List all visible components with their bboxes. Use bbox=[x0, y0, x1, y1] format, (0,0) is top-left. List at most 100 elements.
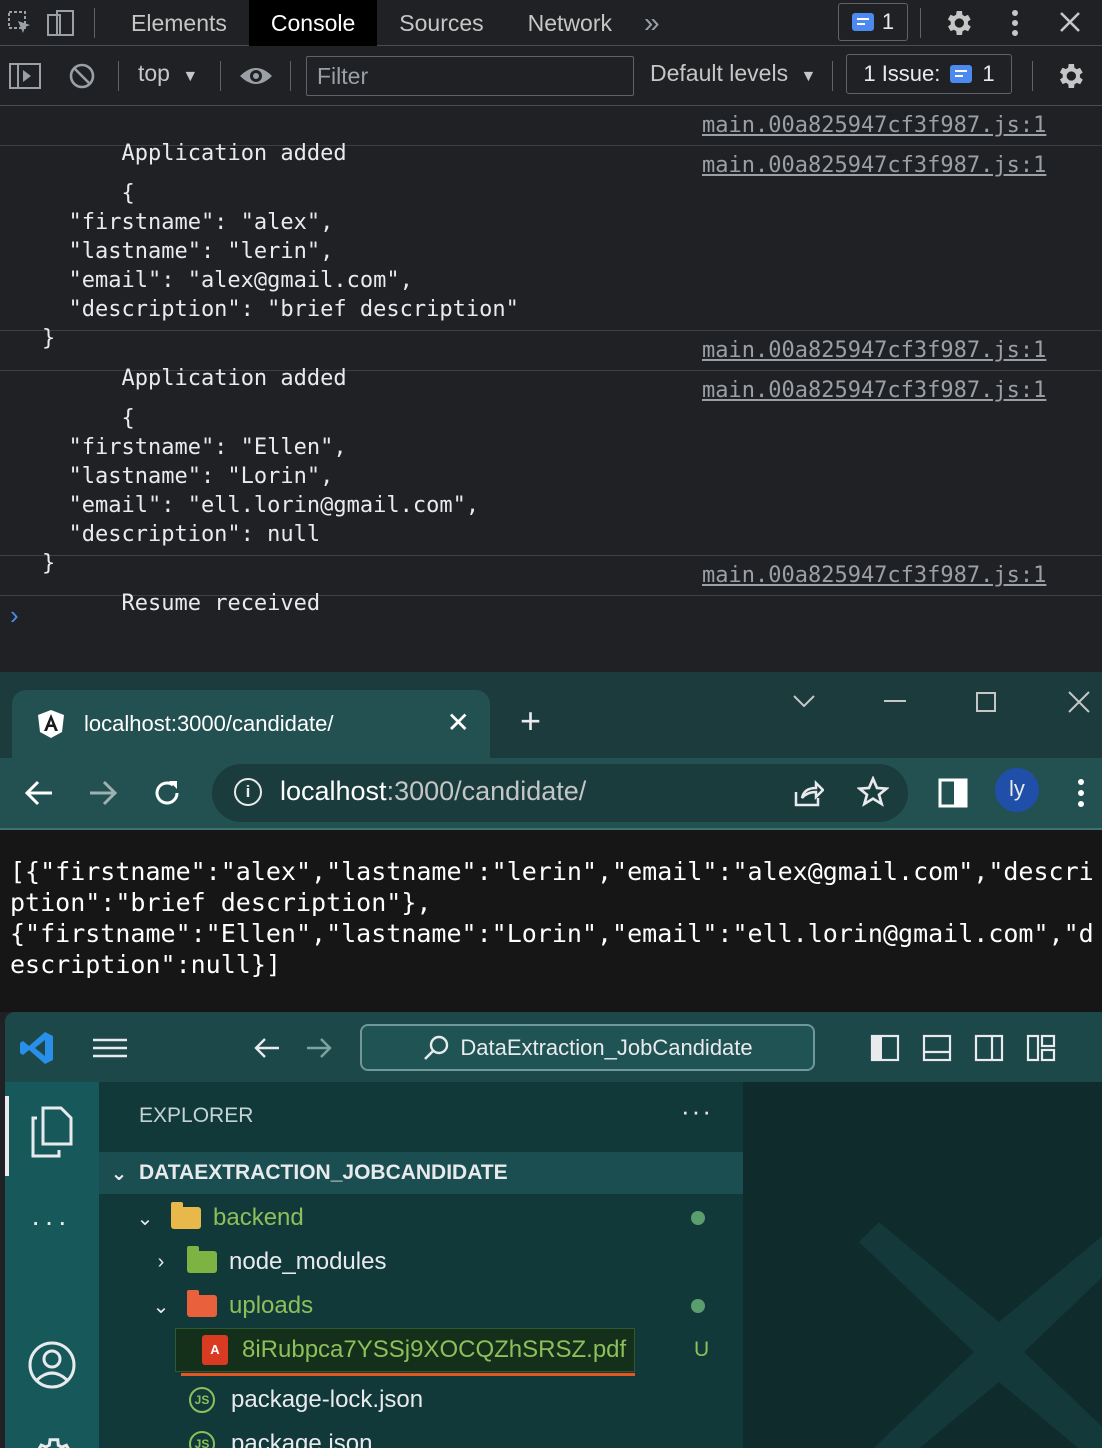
tree-item-pdf[interactable]: A 8iRubpca7YSSj9XOCQZhSRSZ.pdf U bbox=[175, 1328, 709, 1372]
console-message: Resume received main.00a825947cf3f987.js… bbox=[0, 556, 1102, 616]
separator bbox=[920, 8, 921, 38]
tab-network[interactable]: Network bbox=[506, 0, 634, 46]
settings-gear-icon[interactable] bbox=[942, 7, 974, 39]
issues-badge-button[interactable]: 1 bbox=[838, 3, 908, 41]
modified-dot-icon bbox=[691, 1299, 705, 1313]
device-toolbar-icon[interactable] bbox=[40, 0, 80, 46]
log-levels-dropdown[interactable]: Default levels ▼ bbox=[650, 60, 816, 87]
tab-elements[interactable]: Elements bbox=[109, 0, 249, 46]
dropdown-arrow-icon: ▼ bbox=[800, 68, 817, 85]
source-link[interactable]: main.00a825947cf3f987.js:1 bbox=[702, 151, 1046, 180]
tree-item-package-lock[interactable]: JS package-lock.json bbox=[99, 1378, 743, 1422]
explorer-more-actions-icon[interactable]: ··· bbox=[681, 1096, 713, 1127]
browser-tab-active[interactable]: localhost:3000/candidate/ ✕ bbox=[12, 690, 490, 758]
toggle-panel-icon[interactable] bbox=[922, 1034, 952, 1062]
upload-folder-icon bbox=[187, 1290, 217, 1317]
browser-menu-icon[interactable] bbox=[1070, 776, 1092, 810]
search-icon bbox=[424, 1035, 449, 1060]
devtools-tab-bar: Elements Console Sources Network » 1 bbox=[0, 0, 1102, 46]
console-message-text: Resume received bbox=[121, 591, 321, 616]
console-settings-gear-icon[interactable] bbox=[1054, 60, 1086, 92]
highlight-underline bbox=[181, 1373, 635, 1376]
close-devtools-icon[interactable] bbox=[1058, 10, 1082, 34]
sidebar-toggle-icon[interactable] bbox=[8, 62, 42, 90]
forward-arrow-icon[interactable] bbox=[305, 1036, 333, 1060]
url-host: localhost bbox=[280, 776, 387, 806]
tree-item-node-modules[interactable]: › node_modules bbox=[99, 1240, 743, 1284]
tree-item-uploads[interactable]: ⌄ uploads bbox=[99, 1284, 743, 1328]
minimize-icon[interactable] bbox=[884, 700, 906, 702]
browser-toolbar: i localhost:3000/candidate/ ly bbox=[0, 758, 1102, 830]
explorer-sidebar: EXPLORER ··· ⌄ DATAEXTRACTION_JOBCANDIDA… bbox=[99, 1082, 743, 1448]
editor-area-empty bbox=[743, 1082, 1102, 1448]
pdf-file-icon: A bbox=[202, 1335, 228, 1365]
project-section-header[interactable]: ⌄ DATAEXTRACTION_JOBCANDIDATE bbox=[99, 1152, 743, 1194]
kebab-menu-icon[interactable] bbox=[1004, 7, 1026, 39]
message-icon bbox=[950, 65, 973, 83]
chevron-down-icon: ⌄ bbox=[110, 1162, 128, 1185]
new-tab-plus-icon[interactable]: + bbox=[520, 700, 541, 742]
tab-sources[interactable]: Sources bbox=[377, 0, 505, 46]
source-link[interactable]: main.00a825947cf3f987.js:1 bbox=[702, 376, 1046, 405]
console-message-object: { "firstname": "Ellen", "lastname": "Lor… bbox=[0, 371, 1102, 576]
project-name: DATAEXTRACTION_JOBCANDIDATE bbox=[139, 1161, 508, 1184]
live-expression-eye-icon[interactable] bbox=[238, 64, 274, 88]
tree-item-package[interactable]: JS package.json bbox=[99, 1422, 743, 1448]
forward-arrow-icon[interactable] bbox=[88, 778, 118, 808]
toggle-primary-sidebar-icon[interactable] bbox=[870, 1034, 900, 1062]
maximize-icon[interactable] bbox=[976, 692, 996, 712]
console-message: Application added main.00a825947cf3f987.… bbox=[0, 106, 1102, 166]
separator bbox=[1032, 61, 1033, 91]
vscode-title-bar: DataExtraction_JobCandidate bbox=[5, 1012, 1102, 1082]
tab-console[interactable]: Console bbox=[248, 0, 378, 46]
filter-input[interactable]: Filter bbox=[306, 56, 634, 96]
toggle-secondary-sidebar-icon[interactable] bbox=[974, 1034, 1004, 1062]
json-file-icon: JS bbox=[189, 1387, 215, 1413]
command-center-search[interactable]: DataExtraction_JobCandidate bbox=[360, 1024, 815, 1071]
tree-item-label: uploads bbox=[229, 1292, 314, 1319]
profile-avatar[interactable]: ly bbox=[995, 768, 1039, 812]
browser-window: localhost:3000/candidate/ ✕ + i localhos… bbox=[0, 672, 1102, 830]
explorer-files-icon[interactable] bbox=[29, 1106, 73, 1158]
git-status-untracked: U bbox=[694, 1338, 710, 1361]
json-response-text: [{"firstname":"alex","lastname":"lerin",… bbox=[10, 857, 1094, 979]
close-tab-icon[interactable]: ✕ bbox=[447, 706, 470, 739]
console-message-text[interactable]: { "firstname": "Ellen", "lastname": "Lor… bbox=[42, 406, 479, 576]
more-tabs-icon[interactable]: » bbox=[634, 0, 670, 46]
tree-item-backend[interactable]: ⌄ backend bbox=[99, 1196, 743, 1240]
reload-icon[interactable] bbox=[152, 778, 182, 808]
address-bar[interactable]: i localhost:3000/candidate/ bbox=[212, 764, 908, 822]
back-arrow-icon[interactable] bbox=[253, 1036, 281, 1060]
console-message-object: { "firstname": "alex", "lastname": "leri… bbox=[0, 146, 1102, 351]
bookmark-star-icon[interactable] bbox=[857, 776, 889, 808]
tab-search-chevron-icon[interactable] bbox=[792, 694, 816, 708]
issues-count: 1 bbox=[982, 61, 995, 86]
close-window-icon[interactable] bbox=[1068, 691, 1090, 713]
node-folder-icon bbox=[187, 1246, 217, 1273]
modified-dot-icon bbox=[691, 1211, 705, 1225]
source-link[interactable]: main.00a825947cf3f987.js:1 bbox=[702, 111, 1046, 140]
issues-button[interactable]: 1 Issue: 1 bbox=[846, 54, 1012, 94]
console-prompt-input[interactable]: › bbox=[10, 600, 19, 631]
side-panel-icon[interactable] bbox=[938, 778, 968, 808]
url-path: :3000/candidate/ bbox=[386, 776, 587, 806]
dropdown-arrow-icon: ▼ bbox=[182, 68, 199, 85]
site-info-icon[interactable]: i bbox=[234, 778, 262, 806]
activity-more-icon[interactable]: ··· bbox=[31, 1206, 71, 1238]
account-icon[interactable] bbox=[27, 1340, 77, 1390]
customize-layout-icon[interactable] bbox=[1026, 1034, 1056, 1062]
separator bbox=[832, 61, 833, 91]
source-link[interactable]: main.00a825947cf3f987.js:1 bbox=[702, 336, 1046, 365]
clear-console-icon[interactable] bbox=[68, 62, 96, 90]
manage-gear-icon[interactable] bbox=[29, 1434, 75, 1448]
back-arrow-icon[interactable] bbox=[24, 778, 54, 808]
address-bar-url[interactable]: localhost:3000/candidate/ bbox=[280, 776, 586, 807]
source-link[interactable]: main.00a825947cf3f987.js:1 bbox=[702, 561, 1046, 590]
tree-item-label: package-lock.json bbox=[231, 1386, 424, 1413]
share-icon[interactable] bbox=[792, 778, 824, 808]
inspect-element-icon[interactable] bbox=[0, 0, 40, 46]
context-selector[interactable]: top ▼ bbox=[138, 60, 198, 87]
explorer-title: EXPLORER bbox=[139, 1104, 254, 1127]
hamburger-menu-icon[interactable] bbox=[93, 1038, 127, 1058]
console-message-text[interactable]: { "firstname": "alex", "lastname": "leri… bbox=[42, 181, 519, 351]
